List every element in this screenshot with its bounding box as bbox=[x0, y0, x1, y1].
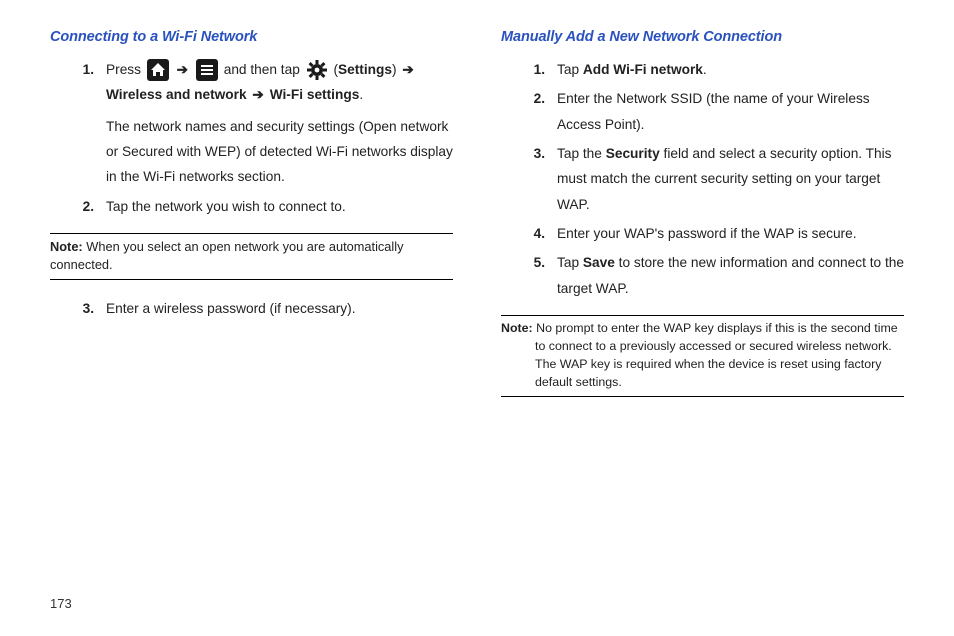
step-1: 1. Tap Add Wi-Fi network. bbox=[527, 57, 904, 82]
step-text: Tap the Security field and select a secu… bbox=[557, 141, 904, 217]
note-label: Note: bbox=[501, 321, 533, 335]
left-heading: Connecting to a Wi-Fi Network bbox=[50, 24, 453, 51]
right-steps: 1. Tap Add Wi-Fi network. 2. Enter the N… bbox=[501, 57, 904, 301]
step-1: 1. Press ➔ and then tap bbox=[76, 57, 453, 190]
step-number: 5. bbox=[527, 250, 545, 301]
settings-gear-icon bbox=[306, 59, 328, 81]
step-number: 2. bbox=[76, 194, 94, 219]
step-text: Enter your WAP's password if the WAP is … bbox=[557, 221, 904, 246]
left-column: Connecting to a Wi-Fi Network 1. Press ➔ bbox=[50, 24, 453, 584]
step-2: 2. Tap the network you wish to connect t… bbox=[76, 194, 453, 219]
menu-icon bbox=[196, 59, 218, 81]
step-number: 1. bbox=[527, 57, 545, 82]
step-1-line: Press ➔ and then tap (Settings) ➔ bbox=[106, 57, 453, 108]
left-note: Note: When you select an open network yo… bbox=[50, 233, 453, 280]
arrow-icon: ➔ bbox=[250, 87, 265, 102]
page-number: 173 bbox=[50, 584, 904, 616]
step-3: 3. Tap the Security field and select a s… bbox=[527, 141, 904, 217]
right-heading: Manually Add a New Network Connection bbox=[501, 24, 904, 51]
arrow-icon: ➔ bbox=[175, 62, 190, 77]
step-2: 2. Enter the Network SSID (the name of y… bbox=[527, 86, 904, 137]
step-number: 3. bbox=[76, 296, 94, 321]
left-steps: 1. Press ➔ and then tap bbox=[50, 57, 453, 219]
settings-label: Settings bbox=[338, 62, 392, 77]
note-text: When you select an open network you are … bbox=[50, 239, 404, 273]
step-number: 1. bbox=[76, 57, 94, 190]
right-column: Manually Add a New Network Connection 1.… bbox=[501, 24, 904, 584]
home-icon bbox=[147, 59, 169, 81]
step-3: 3. Enter a wireless password (if necessa… bbox=[76, 296, 453, 321]
step-text: Tap the network you wish to connect to. bbox=[106, 194, 453, 219]
step-number: 2. bbox=[527, 86, 545, 137]
step-5: 5. Tap Save to store the new information… bbox=[527, 250, 904, 301]
step-text: Enter a wireless password (if necessary)… bbox=[106, 296, 453, 321]
step-number: 4. bbox=[527, 221, 545, 246]
step-text: Enter the Network SSID (the name of your… bbox=[557, 86, 904, 137]
note-label: Note: bbox=[50, 239, 83, 254]
wireless-label: Wireless and network bbox=[106, 87, 247, 102]
step-text: Tap Add Wi-Fi network. bbox=[557, 57, 904, 82]
note-text: No prompt to enter the WAP key displays … bbox=[533, 321, 898, 389]
step-1-para2: The network names and security settings … bbox=[106, 114, 453, 190]
step-text: Tap Save to store the new information an… bbox=[557, 250, 904, 301]
arrow-icon: ➔ bbox=[400, 62, 415, 77]
right-note: Note: No prompt to enter the WAP key dis… bbox=[501, 315, 904, 397]
left-steps-cont: 3. Enter a wireless password (if necessa… bbox=[50, 296, 453, 321]
step-number: 3. bbox=[527, 141, 545, 217]
wifi-settings-label: Wi-Fi settings bbox=[270, 87, 360, 102]
step-4: 4. Enter your WAP's password if the WAP … bbox=[527, 221, 904, 246]
